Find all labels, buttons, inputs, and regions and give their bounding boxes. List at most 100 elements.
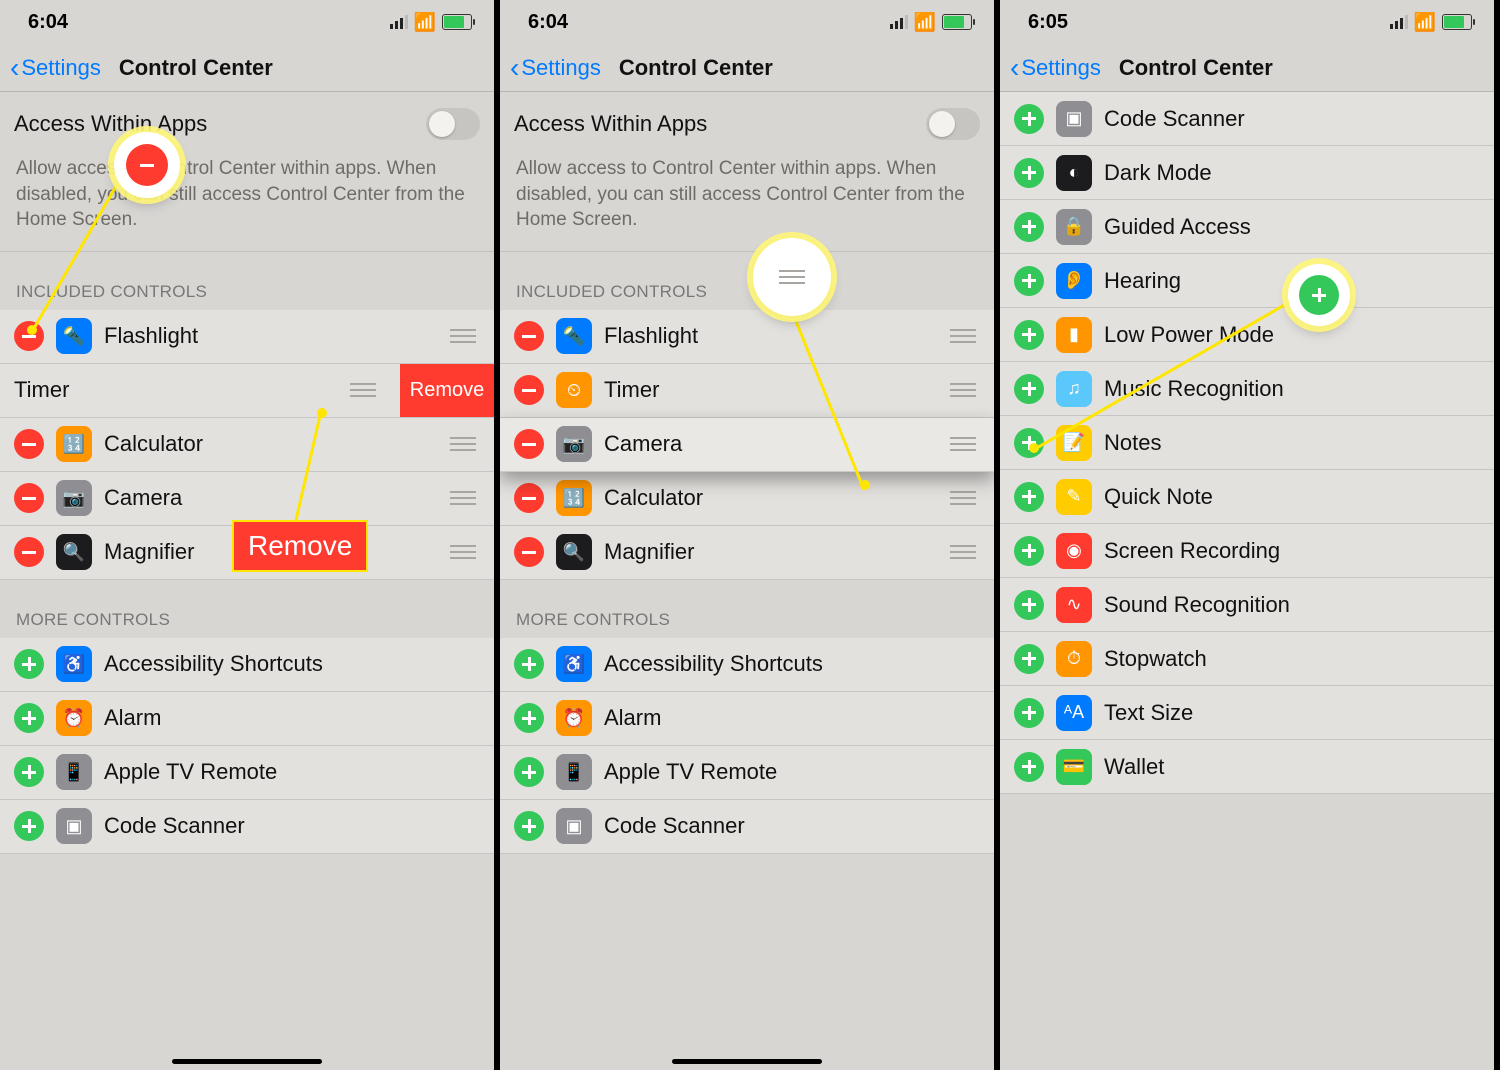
app-icon: 💳 [1056, 749, 1092, 785]
flashlight-icon: 🔦 [556, 318, 592, 354]
control-row: ▮Low Power Mode [1000, 308, 1494, 362]
add-icon[interactable] [1014, 590, 1044, 620]
control-label: Code Scanner [604, 813, 980, 839]
control-label: Timer [14, 377, 346, 403]
wifi-icon: 📶 [414, 12, 436, 33]
app-icon: 👂 [1056, 263, 1092, 299]
drag-handle-icon[interactable] [346, 383, 380, 397]
nav-header: ‹ Settings Control Center [500, 44, 994, 92]
control-label: Code Scanner [104, 813, 480, 839]
control-row-camera-dragging[interactable]: 📷 Camera [500, 418, 994, 472]
add-icon[interactable] [1014, 698, 1044, 728]
control-row: ◉Screen Recording [1000, 524, 1494, 578]
cellular-icon [390, 15, 408, 29]
page-title: Control Center [1119, 55, 1273, 81]
status-time: 6:04 [528, 11, 568, 34]
back-button[interactable]: Settings [1021, 55, 1101, 81]
control-label: Code Scanner [1104, 106, 1480, 132]
drag-handle-icon[interactable] [446, 329, 480, 343]
swipe-remove-button[interactable]: Remove [400, 364, 494, 417]
control-row: 👂Hearing [1000, 254, 1494, 308]
remove-icon[interactable] [514, 429, 544, 459]
control-label: Text Size [1104, 700, 1480, 726]
drag-handle-icon[interactable] [946, 545, 980, 559]
control-row-calculator: 🔢 Calculator [0, 418, 494, 472]
access-toggle[interactable] [926, 108, 980, 140]
add-icon[interactable] [14, 811, 44, 841]
add-icon[interactable] [1014, 320, 1044, 350]
control-label: Wallet [1104, 754, 1480, 780]
home-indicator[interactable] [672, 1059, 822, 1064]
add-icon[interactable] [1014, 536, 1044, 566]
back-button[interactable]: Settings [521, 55, 601, 81]
app-icon: ✎ [1056, 479, 1092, 515]
add-icon[interactable] [514, 703, 544, 733]
add-icon[interactable] [1014, 482, 1044, 512]
drag-handle-icon[interactable] [946, 383, 980, 397]
app-icon: ᴬA [1056, 695, 1092, 731]
control-label: Calculator [604, 485, 946, 511]
remove-icon[interactable] [514, 321, 544, 351]
settings-list[interactable]: ▣Code Scanner◐Dark Mode🔒Guided Access👂He… [1000, 92, 1494, 794]
control-label: Quick Note [1104, 484, 1480, 510]
access-toggle[interactable] [426, 108, 480, 140]
control-row-appletv: 📱 Apple TV Remote [500, 746, 994, 800]
settings-list[interactable]: Access Within Apps Allow access to Contr… [0, 92, 494, 854]
add-icon[interactable] [514, 649, 544, 679]
drag-handle-icon[interactable] [446, 545, 480, 559]
back-chevron-icon[interactable]: ‹ [510, 52, 519, 84]
back-chevron-icon[interactable]: ‹ [10, 52, 19, 84]
callout-tag-remove: Remove [232, 520, 368, 572]
add-icon[interactable] [514, 811, 544, 841]
back-chevron-icon[interactable]: ‹ [1010, 52, 1019, 84]
remove-icon[interactable] [14, 483, 44, 513]
add-icon[interactable] [14, 649, 44, 679]
remove-icon[interactable] [514, 375, 544, 405]
drag-handle-icon[interactable] [946, 437, 980, 451]
add-icon[interactable] [514, 757, 544, 787]
access-label: Access Within Apps [14, 111, 426, 137]
control-label: Notes [1104, 430, 1480, 456]
control-label: Calculator [104, 431, 446, 457]
back-button[interactable]: Settings [21, 55, 101, 81]
add-icon[interactable] [1014, 212, 1044, 242]
callout-circle-grip [753, 238, 831, 316]
add-icon[interactable] [14, 703, 44, 733]
control-label: Sound Recognition [1104, 592, 1480, 618]
add-icon[interactable] [1014, 158, 1044, 188]
battery-icon [442, 14, 472, 30]
callout-circle-remove [114, 132, 180, 198]
phone-screenshot-2: 6:04 📶 ‹ Settings Control Center Access … [500, 0, 1000, 1070]
remove-icon[interactable] [14, 537, 44, 567]
wifi-icon: 📶 [914, 12, 936, 33]
drag-handle-icon[interactable] [946, 329, 980, 343]
remove-icon[interactable] [14, 429, 44, 459]
remove-icon[interactable] [514, 483, 544, 513]
remove-icon[interactable] [514, 537, 544, 567]
status-time: 6:04 [28, 11, 68, 34]
status-time: 6:05 [1028, 11, 1068, 34]
add-icon[interactable] [14, 757, 44, 787]
access-within-apps-row: Access Within Apps [500, 92, 994, 146]
add-icon[interactable] [1014, 266, 1044, 296]
battery-icon [1442, 14, 1472, 30]
settings-list[interactable]: Access Within Apps Allow access to Contr… [500, 92, 994, 854]
app-icon: ▮ [1056, 317, 1092, 353]
control-row-alarm: ⏰ Alarm [0, 692, 494, 746]
add-icon[interactable] [1014, 104, 1044, 134]
home-indicator[interactable] [172, 1059, 322, 1064]
control-row-accessibility: ♿ Accessibility Shortcuts [0, 638, 494, 692]
drag-handle-icon[interactable] [946, 491, 980, 505]
control-label: Flashlight [104, 323, 446, 349]
app-icon: ⏱ [1056, 641, 1092, 677]
appletv-icon: 📱 [56, 754, 92, 790]
drag-handle-icon[interactable] [446, 437, 480, 451]
drag-handle-icon[interactable] [446, 491, 480, 505]
add-icon[interactable] [1014, 428, 1044, 458]
add-icon[interactable] [1014, 752, 1044, 782]
add-icon[interactable] [1014, 644, 1044, 674]
calculator-icon: 🔢 [556, 480, 592, 516]
add-icon[interactable] [1014, 374, 1044, 404]
accessibility-icon: ♿ [56, 646, 92, 682]
control-label: Camera [104, 485, 446, 511]
